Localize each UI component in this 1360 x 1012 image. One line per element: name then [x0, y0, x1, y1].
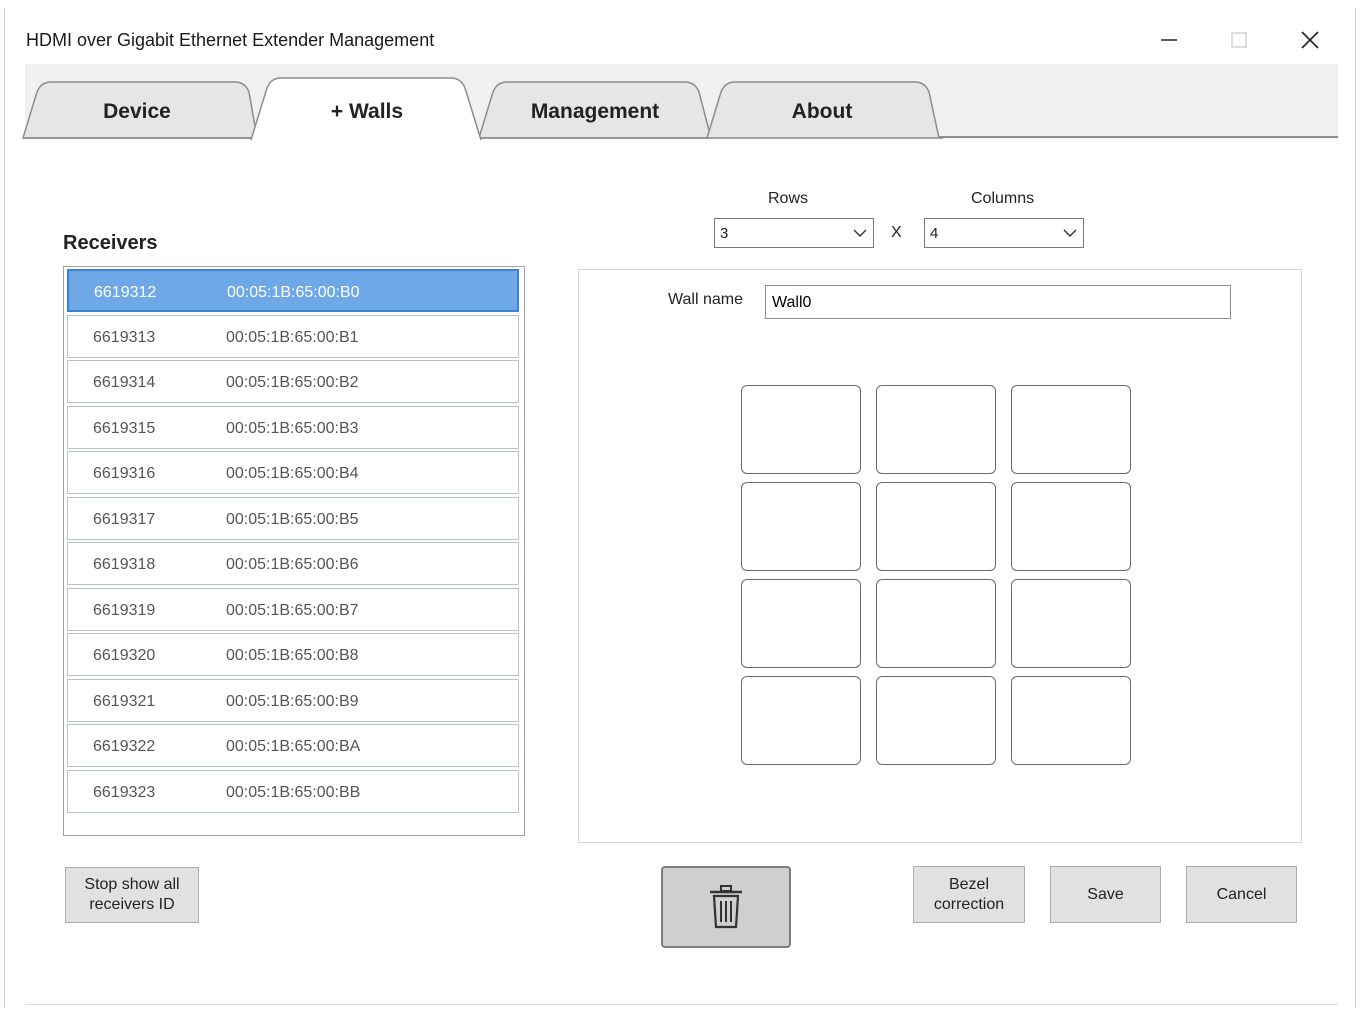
wall-cell[interactable] — [1011, 482, 1131, 571]
receiver-mac: 00:05:1B:65:00:B5 — [226, 511, 359, 528]
receiver-mac: 00:05:1B:65:00:BA — [226, 738, 361, 755]
chevron-down-icon — [853, 229, 867, 237]
receiver-id: 6619321 — [93, 693, 156, 710]
receiver-id: 6619315 — [93, 420, 156, 437]
minimize-button[interactable] — [1146, 22, 1192, 58]
app-window: HDMI over Gigabit Ethernet Extender Mana… — [4, 8, 1356, 1008]
columns-label: Columns — [971, 190, 1035, 207]
wall-cell[interactable] — [1011, 385, 1131, 474]
receiver-mac: 00:05:1B:65:00:BB — [226, 784, 361, 801]
columns-select[interactable]: 4 — [924, 218, 1084, 248]
receiver-row[interactable]: 6619322 00:05:1B:65:00:BA — [67, 724, 519, 767]
maximize-icon — [1231, 32, 1247, 48]
rows-value: 3 — [720, 225, 729, 242]
receiver-id: 6619314 — [93, 374, 156, 391]
receiver-row[interactable]: 6619314 00:05:1B:65:00:B2 — [67, 360, 519, 403]
receiver-row[interactable]: 6619317 00:05:1B:65:00:B5 — [67, 497, 519, 540]
trash-icon — [710, 885, 742, 929]
tab-management-label: Management — [530, 100, 660, 123]
wall-cell[interactable] — [876, 482, 996, 571]
wall-cell[interactable] — [876, 579, 996, 668]
receiver-id: 6619313 — [93, 329, 156, 346]
receiver-row[interactable]: 6619313 00:05:1B:65:00:B1 — [67, 315, 519, 358]
wall-cell[interactable] — [741, 579, 861, 668]
receiver-row[interactable]: 6619315 00:05:1B:65:00:B3 — [67, 406, 519, 449]
bottom-divider — [25, 1004, 1338, 1005]
receiver-row[interactable]: 6619318 00:05:1B:65:00:B6 — [67, 542, 519, 585]
wall-cell[interactable] — [741, 676, 861, 765]
stop-show-receivers-button[interactable]: Stop show all receivers ID — [65, 867, 199, 923]
tab-walls-label: + Walls — [330, 100, 404, 123]
receiver-id: 6619322 — [93, 738, 156, 755]
receiver-mac: 00:05:1B:65:00:B0 — [227, 284, 360, 301]
receiver-mac: 00:05:1B:65:00:B7 — [226, 602, 359, 619]
wall-cell[interactable] — [876, 385, 996, 474]
tab-about-label: About — [791, 100, 853, 123]
wall-name-field[interactable] — [765, 285, 1231, 319]
receiver-row[interactable]: 6619319 00:05:1B:65:00:B7 — [67, 588, 519, 631]
receivers-heading: Receivers — [63, 232, 158, 254]
times-label: X — [891, 224, 902, 241]
receiver-row[interactable]: 6619320 00:05:1B:65:00:B8 — [67, 633, 519, 676]
save-button[interactable]: Save — [1050, 866, 1161, 923]
wall-name-label: Wall name — [668, 291, 743, 308]
receiver-mac: 00:05:1B:65:00:B8 — [226, 647, 359, 664]
wall-cell[interactable] — [741, 385, 861, 474]
receiver-row[interactable]: 6619323 00:05:1B:65:00:BB — [67, 770, 519, 813]
receiver-id: 6619312 — [94, 284, 157, 301]
bezel-correction-button[interactable]: Bezel correction — [913, 866, 1025, 923]
receiver-mac: 00:05:1B:65:00:B2 — [226, 374, 359, 391]
wall-name-input[interactable] — [770, 288, 1214, 318]
close-icon — [1301, 31, 1319, 49]
receiver-id: 6619316 — [93, 465, 156, 482]
receiver-id: 6619318 — [93, 556, 156, 573]
receiver-mac: 00:05:1B:65:00:B3 — [226, 420, 359, 437]
chevron-down-icon — [1063, 229, 1077, 237]
title-bar: HDMI over Gigabit Ethernet Extender Mana… — [5, 8, 1355, 70]
receiver-row[interactable]: 6619321 00:05:1B:65:00:B9 — [67, 679, 519, 722]
receiver-row[interactable]: 6619316 00:05:1B:65:00:B4 — [67, 451, 519, 494]
delete-button[interactable] — [661, 866, 791, 948]
receiver-id: 6619319 — [93, 602, 156, 619]
receiver-mac: 00:05:1B:65:00:B9 — [226, 693, 359, 710]
close-button[interactable] — [1287, 22, 1333, 58]
maximize-button[interactable] — [1216, 22, 1262, 58]
cancel-button[interactable]: Cancel — [1186, 866, 1297, 923]
wall-cell[interactable] — [876, 676, 996, 765]
minimize-icon — [1161, 39, 1177, 41]
receiver-mac: 00:05:1B:65:00:B4 — [226, 465, 359, 482]
wall-cell[interactable] — [741, 482, 861, 571]
window-title: HDMI over Gigabit Ethernet Extender Mana… — [26, 30, 435, 50]
receivers-list[interactable]: 6619312 00:05:1B:65:00:B0 6619313 00:05:1B… — [63, 266, 525, 836]
receiver-id: 6619317 — [93, 511, 156, 528]
receiver-id: 6619323 — [93, 784, 156, 801]
tab-baseline — [935, 136, 1338, 138]
receiver-mac: 00:05:1B:65:00:B6 — [226, 556, 359, 573]
receiver-id: 6619320 — [93, 647, 156, 664]
columns-value: 4 — [930, 225, 939, 242]
rows-label: Rows — [768, 190, 809, 207]
receiver-mac: 00:05:1B:65:00:B1 — [226, 329, 359, 346]
rows-select[interactable]: 3 — [714, 218, 874, 248]
wall-cell[interactable] — [1011, 676, 1131, 765]
wall-cell[interactable] — [1011, 579, 1131, 668]
receiver-row[interactable]: 6619312 00:05:1B:65:00:B0 — [67, 269, 519, 312]
tab-device-label: Device — [103, 100, 171, 123]
